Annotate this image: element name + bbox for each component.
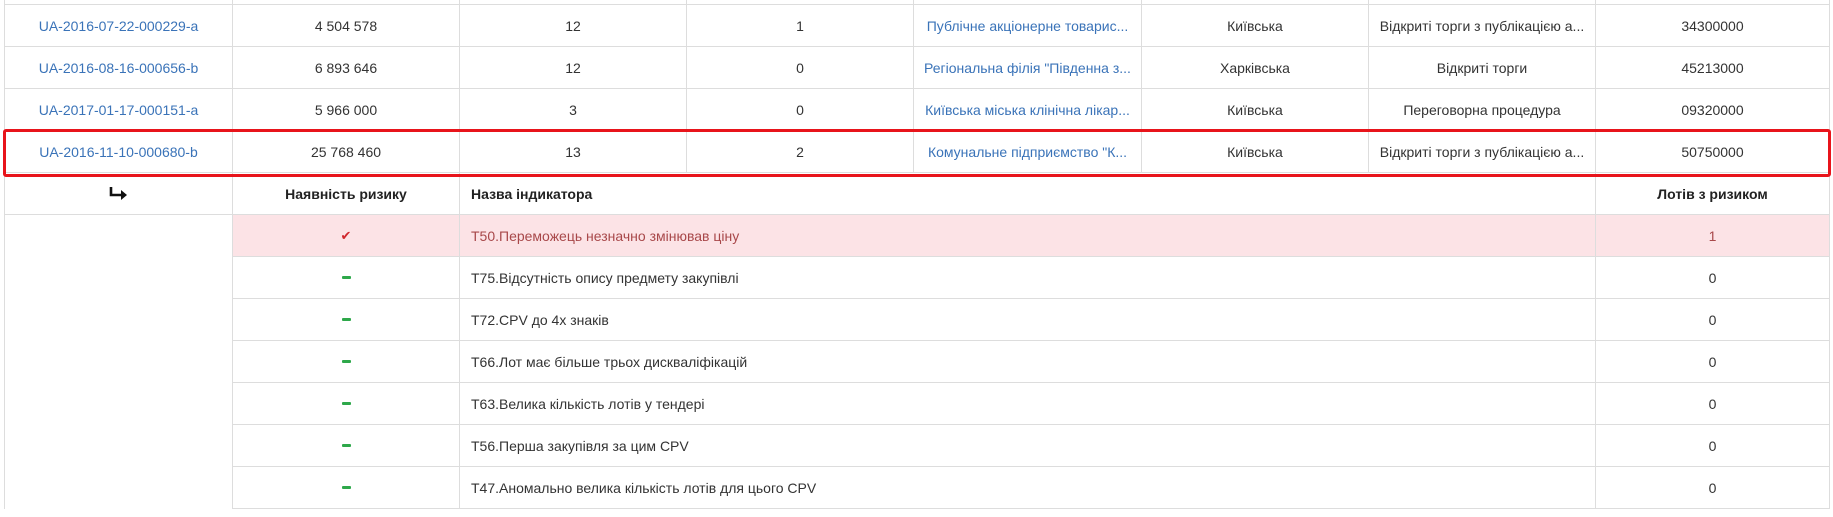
risk-check-cell: ✔ [233,215,460,256]
indicator-row: Т63.Велика кількість лотів у тендері 0 [4,383,1830,425]
dash-icon [341,360,351,363]
tenders-table: UA-2016-07-22-000229-a 4 504 578 12 1 Пу… [4,0,1830,509]
risk-dash-cell [233,425,460,466]
indicator-name: Т72.CPV до 4х знаків [460,299,1596,340]
indicator-lots: 0 [1596,425,1830,466]
lots-cell: 13 [460,131,687,172]
amount-cell: 5 966 000 [233,89,460,130]
buyer-cell[interactable]: Регіональна філія "Південна з... [914,47,1142,88]
indicators-list: ✔ Т50.Переможець незначно змінював ціну … [4,215,1830,509]
indicator-lots: 0 [1596,299,1830,340]
indicator-lots: 0 [1596,257,1830,298]
indicator-name: Т63.Велика кількість лотів у тендері [460,383,1596,424]
region-cell: Київська [1142,89,1369,130]
risks-cell: 2 [687,131,914,172]
amount-cell: 25 768 460 [233,131,460,172]
amount-cell: 6 893 646 [233,47,460,88]
lots-cell: 3 [460,89,687,130]
cpv-cell: 34300000 [1596,5,1830,46]
buyer-cell[interactable]: Київська міська клінічна лікар... [914,89,1142,130]
dash-icon [341,486,351,489]
procedure-cell: Відкриті торги з публікацією а... [1369,5,1596,46]
tender-id-cell[interactable]: UA-2016-08-16-000656-b [4,47,233,88]
dash-icon [341,402,351,405]
indicator-row: Т66.Лот має більше трьох дискваліфікацій… [4,341,1830,383]
table-row[interactable]: UA-2017-01-17-000151-a 5 966 000 3 0 Киї… [4,89,1830,131]
tender-id-link[interactable]: UA-2016-07-22-000229-a [39,18,199,34]
indicator-name: Т75.Відсутність опису предмету закупівлі [460,257,1596,298]
dash-icon [341,444,351,447]
lots-cell: 12 [460,5,687,46]
indicator-name: Т47.Аномально велика кількість лотів для… [460,467,1596,508]
indicator-row: Т56.Перша закупівля за цим CPV 0 [4,425,1830,467]
tender-id-link[interactable]: UA-2017-01-17-000151-a [39,102,199,118]
indicator-lots: 0 [1596,467,1830,508]
lots-cell: 12 [460,47,687,88]
procedure-cell: Переговорна процедура [1369,89,1596,130]
risk-dash-cell [233,341,460,382]
cpv-cell: 09320000 [1596,89,1830,130]
lots-with-risk-header: Лотів з ризиком [1596,173,1830,214]
indicator-lots: 0 [1596,341,1830,382]
tender-id-link[interactable]: UA-2016-08-16-000656-b [39,60,199,76]
indicator-row: Т47.Аномально велика кількість лотів для… [4,467,1830,509]
tender-id-cell[interactable]: UA-2017-01-17-000151-a [4,89,233,130]
buyer-link[interactable]: Комунальне підприємство "К... [928,144,1127,160]
dash-icon [341,276,351,279]
dash-icon [341,318,351,321]
indicator-name: Т66.Лот має більше трьох дискваліфікацій [460,341,1596,382]
return-arrow-icon[interactable] [4,173,233,214]
table-row-selected[interactable]: UA-2016-11-10-000680-b 25 768 460 13 2 К… [4,131,1830,173]
buyer-link[interactable]: Регіональна філія "Південна з... [924,60,1131,76]
table-row[interactable]: UA-2016-07-22-000229-a 4 504 578 12 1 Пу… [4,5,1830,47]
indicator-name: Т56.Перша закупівля за цим CPV [460,425,1596,466]
risk-dash-cell [233,383,460,424]
region-cell: Харківська [1142,47,1369,88]
tender-id-link[interactable]: UA-2016-11-10-000680-b [39,144,198,160]
procedure-cell: Відкриті торги [1369,47,1596,88]
amount-cell: 4 504 578 [233,5,460,46]
risks-cell: 0 [687,89,914,130]
cpv-cell: 50750000 [1596,131,1830,172]
risk-presence-header: Наявність ризику [233,173,460,214]
indicator-lots: 1 [1596,215,1830,256]
cpv-cell: 45213000 [1596,47,1830,88]
risk-dash-cell [233,299,460,340]
buyer-link[interactable]: Київська міська клінічна лікар... [925,102,1130,118]
buyer-link[interactable]: Публічне акціонерне товарис... [927,18,1129,34]
buyer-cell[interactable]: Комунальне підприємство "К... [914,131,1142,172]
risk-dash-cell [233,467,460,508]
risks-cell: 1 [687,5,914,46]
buyer-cell[interactable]: Публічне акціонерне товарис... [914,5,1142,46]
indicator-row: ✔ Т50.Переможець незначно змінював ціну … [4,215,1830,257]
table-row[interactable]: UA-2016-08-16-000656-b 6 893 646 12 0 Ре… [4,47,1830,89]
indicator-name: Т50.Переможець незначно змінював ціну [460,215,1596,256]
tender-id-cell[interactable]: UA-2016-07-22-000229-a [4,5,233,46]
check-icon: ✔ [340,227,352,243]
indicator-lots: 0 [1596,383,1830,424]
risk-dash-cell [233,257,460,298]
indicator-row: Т72.CPV до 4х знаків 0 [4,299,1830,341]
region-cell: Київська [1142,131,1369,172]
tender-id-cell[interactable]: UA-2016-11-10-000680-b [4,131,233,172]
indicator-name-header: Назва індикатора [460,173,1596,214]
procedure-cell: Відкриті торги з публікацією а... [1369,131,1596,172]
indicator-row: Т75.Відсутність опису предмету закупівлі… [4,257,1830,299]
risks-cell: 0 [687,47,914,88]
region-cell: Київська [1142,5,1369,46]
indicators-header-row: Наявність ризику Назва індикатора Лотів … [4,173,1830,215]
indicators-spacer [4,215,233,509]
